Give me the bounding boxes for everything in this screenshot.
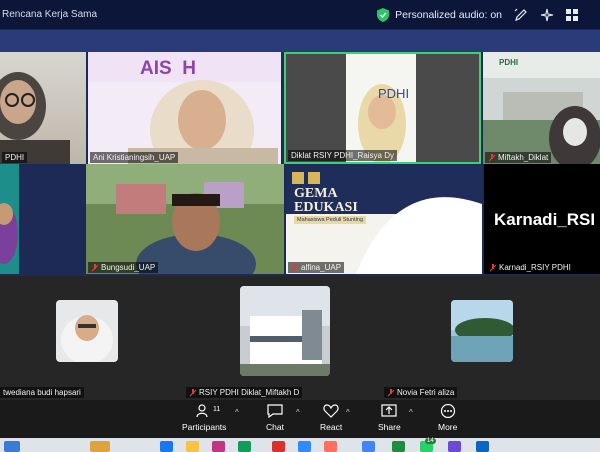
participant-video	[346, 54, 416, 162]
personalized-audio-toggle[interactable]: Personalized audio: on	[377, 8, 502, 22]
share-screen-icon	[381, 404, 397, 417]
tile-name-label: Diklat RSIY PDHI_Raisya Dy	[288, 150, 397, 161]
tile-name-label: Ani Kristianingsih_UAP	[90, 152, 179, 163]
participants-icon	[196, 404, 208, 418]
tile-name-label: Bungsudi_UAP	[88, 262, 159, 273]
pdhi-logo-text: PDHI	[499, 58, 519, 67]
start-icon[interactable]	[4, 441, 20, 452]
title-bar-actions: Personalized audio: on	[377, 5, 578, 25]
avatar-novia[interactable]	[451, 300, 513, 362]
profile-photo	[61, 315, 113, 362]
facebook-icon[interactable]	[160, 441, 173, 452]
heart-icon	[323, 404, 339, 418]
os-taskbar: 14	[0, 438, 600, 452]
more-button[interactable]: More	[438, 404, 457, 432]
tile-name-label: PDHI	[2, 152, 28, 163]
sparkle-icon[interactable]	[540, 8, 554, 22]
gallery-top-strip	[0, 30, 600, 52]
gallery-bottom-row: twediana budi hapsari RSIY PDHI Diklat_M…	[0, 276, 600, 400]
participant-video	[0, 72, 70, 164]
title-bar: Rencana Kerja Sama Personalized audio: o…	[0, 0, 600, 30]
video-tile-participant-8[interactable]: Karnadi_RSI Karnadi_RSIY PDHI	[484, 164, 600, 274]
personalized-audio-label: Personalized audio: on	[395, 9, 502, 21]
grid-view-icon[interactable]	[566, 9, 578, 21]
banner-text: AIS H	[140, 58, 196, 79]
chat-button[interactable]: Chat	[266, 404, 284, 432]
mute-icon	[488, 153, 496, 161]
tile-name-label: alfina_UAP	[288, 262, 345, 273]
participants-caret-icon[interactable]: ^	[235, 408, 239, 417]
mute-icon	[189, 388, 197, 396]
notification-badge: 14	[425, 438, 436, 444]
video-tile-participant-7[interactable]: GEMA EDUKASI Mahasiswa Peduli Stunting a…	[286, 164, 482, 274]
video-tile-participant-3-active-speaker[interactable]: PDHI Diklat RSIY PDHI_Raisya Dy	[284, 52, 481, 164]
video-tile-participant-6[interactable]: Bungsudi_UAP	[86, 164, 284, 274]
gema-tagline: Mahasiswa Peduli Stunting	[294, 216, 367, 224]
whatsapp-icon[interactable]: 14	[420, 438, 436, 452]
participant-video	[483, 52, 600, 164]
weather-icon[interactable]	[90, 441, 110, 452]
app-icon[interactable]	[272, 441, 285, 452]
mute-icon	[387, 388, 395, 396]
mute-icon	[291, 263, 299, 271]
tile-name-label: Karnadi_RSIY PDHI	[486, 262, 574, 273]
profile-photo	[451, 300, 513, 362]
video-tile-participant-4[interactable]: PDHI Miftakh_Diklat	[483, 52, 600, 164]
video-gallery: PDHI AIS H Ani Kristianingsih_UAP PDHI D…	[0, 30, 600, 400]
app-icon[interactable]	[476, 441, 489, 452]
instagram-icon[interactable]	[212, 441, 225, 452]
tile-name-label: RSIY PDHI Diklat_Miftakh D	[186, 387, 303, 398]
app-icon[interactable]	[238, 441, 251, 452]
app-icon[interactable]	[324, 441, 337, 452]
zoom-icon[interactable]	[298, 441, 311, 452]
tile-name-label: Novia Fetri aliza	[384, 387, 458, 398]
participant-count: 11	[213, 406, 221, 413]
profile-photo	[240, 286, 330, 376]
gema-subtitle: EDUKASI	[294, 200, 358, 215]
video-tile-participant-5[interactable]	[0, 164, 19, 274]
file-explorer-icon[interactable]	[186, 441, 199, 452]
share-caret-icon[interactable]: ^	[409, 408, 413, 417]
video-tile-participant-1[interactable]: PDHI	[0, 52, 86, 164]
mute-icon	[489, 263, 497, 271]
mute-icon	[91, 263, 99, 271]
app-icon[interactable]	[392, 441, 405, 452]
participant-video	[86, 164, 284, 274]
meeting-toolbar: Participants 11 ^ Chat ^ React ^ Share ^…	[0, 400, 600, 438]
avatar-twediana[interactable]	[56, 300, 118, 362]
participant-video	[0, 203, 18, 264]
tile-name-label: Miftakh_Diklat	[485, 152, 552, 163]
annotate-icon[interactable]	[514, 8, 528, 22]
chrome-icon[interactable]	[362, 441, 375, 452]
banner-text-fragment: PDHI	[378, 86, 410, 101]
video-tile-participant-2[interactable]: AIS H Ani Kristianingsih_UAP	[88, 52, 281, 164]
window-title: Rencana Kerja Sama	[2, 9, 98, 20]
react-caret-icon[interactable]: ^	[346, 408, 350, 417]
react-button[interactable]: React	[320, 404, 342, 432]
share-button[interactable]: Share	[378, 404, 401, 432]
shield-icon	[377, 8, 390, 22]
chat-caret-icon[interactable]: ^	[296, 408, 300, 417]
participant-name-large: Karnadi_RSI	[494, 210, 596, 229]
more-icon	[440, 404, 455, 418]
avatar-rsiy-pdhi[interactable]	[240, 286, 330, 376]
app-icon[interactable]	[448, 441, 461, 452]
tile-name-label: twediana budi hapsari	[0, 387, 84, 398]
chat-icon	[267, 404, 283, 418]
